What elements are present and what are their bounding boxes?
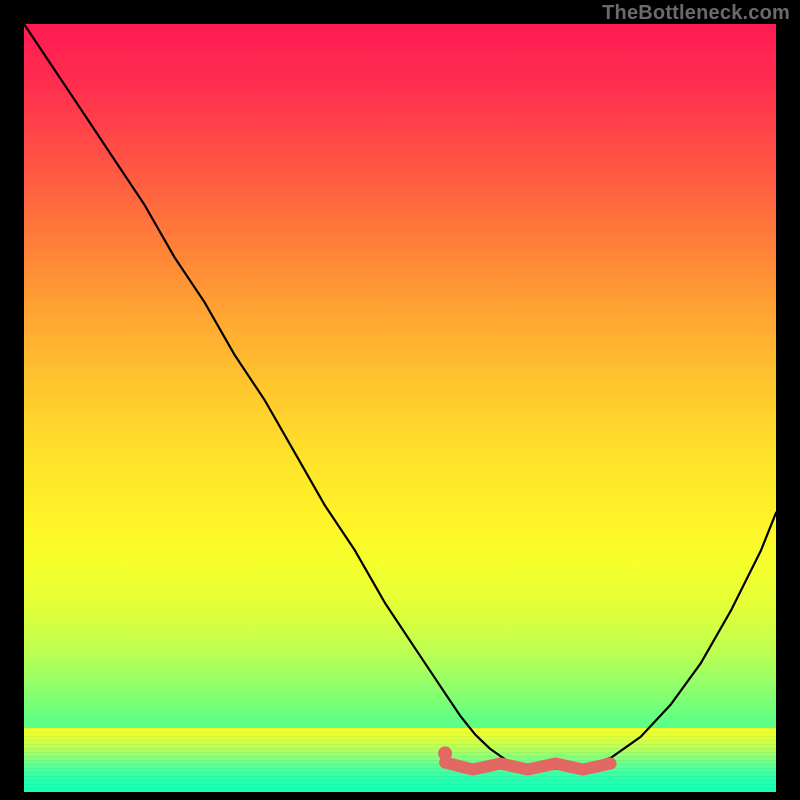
chart-frame: TheBottleneck.com (0, 0, 800, 800)
marker-dot (438, 746, 452, 760)
curve-layer (24, 24, 776, 776)
optimal-range-marker (445, 763, 610, 770)
watermark-text: TheBottleneck.com (602, 2, 790, 25)
plot-area (24, 24, 776, 776)
bottleneck-curve (24, 24, 776, 769)
